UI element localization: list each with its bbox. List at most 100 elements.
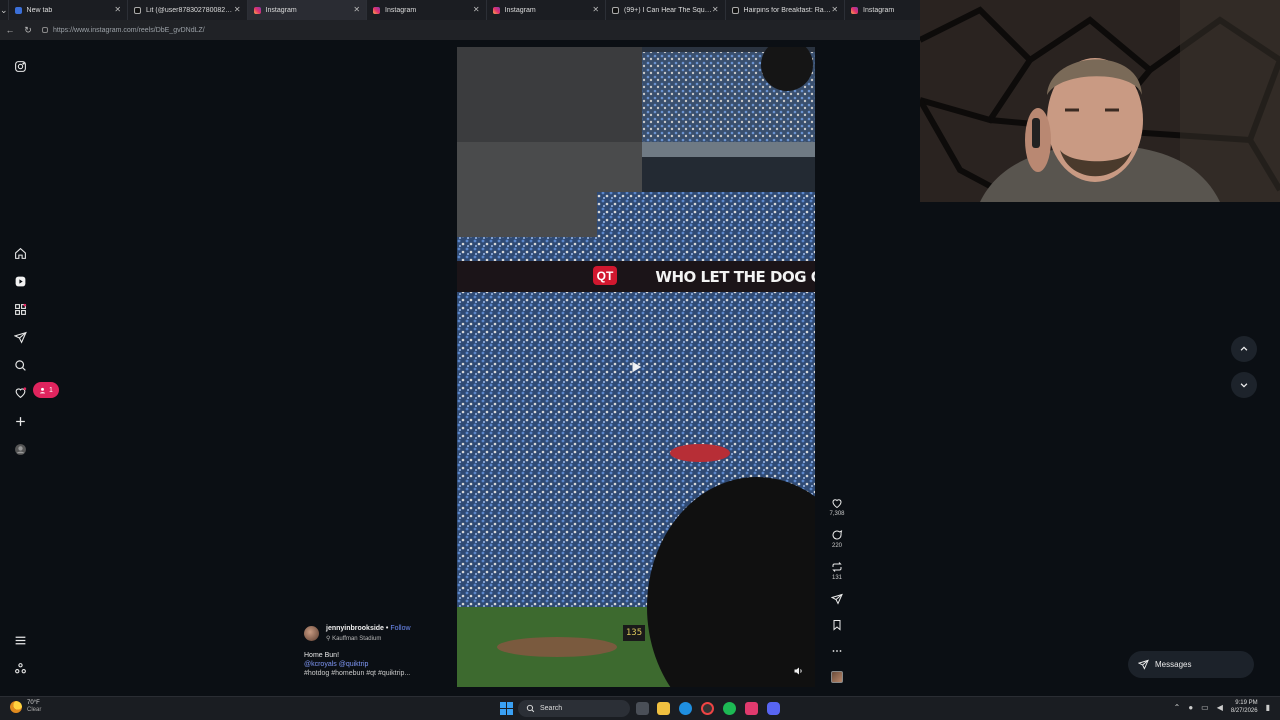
- volume-icon[interactable]: [793, 665, 805, 677]
- browser-tab[interactable]: Instagram ✕: [485, 0, 606, 20]
- weather-moon-icon: [10, 701, 22, 713]
- meta-icon[interactable]: [12, 660, 28, 676]
- taskbar-search[interactable]: Search: [518, 700, 630, 717]
- clock-time: 9:19 PM: [1235, 700, 1258, 706]
- weather-condition: Clear: [27, 707, 42, 713]
- instagram-icon: [492, 6, 500, 14]
- stadium-banner: QT WHO LET THE DOG O: [457, 261, 815, 292]
- tab-list-menu-icon[interactable]: ⌄: [0, 0, 8, 20]
- messages-button[interactable]: Messages: [1128, 651, 1254, 678]
- search-icon: [526, 704, 535, 713]
- create-icon[interactable]: [12, 413, 28, 429]
- tray-overflow-icon[interactable]: ⌃: [1174, 703, 1181, 712]
- instagram-icon: [373, 6, 381, 14]
- search-icon[interactable]: [12, 357, 28, 373]
- url-text: https://www.instagram.com/reels/DbE_gvDN…: [53, 26, 205, 34]
- mic-icon[interactable]: ●: [1188, 703, 1193, 712]
- repost-icon: [832, 562, 842, 572]
- tab-label: Lit (@user878302780082) | TikTok: [146, 6, 234, 14]
- tab-label: Instagram: [265, 6, 297, 14]
- chrome-icon[interactable]: [701, 702, 714, 715]
- comment-button[interactable]: 220: [826, 529, 848, 549]
- reload-icon[interactable]: ↻: [20, 20, 36, 40]
- close-tab-icon[interactable]: ✕: [353, 5, 360, 14]
- url-field[interactable]: https://www.instagram.com/reels/DbE_gvDN…: [42, 23, 902, 37]
- address-bar: ← ↻ https://www.instagram.com/reels/DbE_…: [0, 20, 920, 40]
- menu-icon[interactable]: [12, 632, 28, 648]
- location-label[interactable]: ⚲ Kauffman Stadium: [326, 635, 381, 642]
- instagram-icon: [851, 6, 859, 14]
- next-reel-button[interactable]: [1231, 372, 1257, 398]
- heart-icon: [832, 499, 842, 509]
- avatar[interactable]: [304, 626, 319, 641]
- start-button[interactable]: [500, 702, 513, 715]
- tab-label: (99+) I Can Hear The Squelching #: [624, 6, 712, 14]
- back-icon[interactable]: ←: [2, 20, 18, 40]
- chevron-up-icon: [1240, 346, 1248, 351]
- edge-browser-icon[interactable]: [679, 702, 692, 715]
- close-tab-icon[interactable]: ✕: [831, 5, 838, 14]
- play-icon[interactable]: [629, 360, 643, 374]
- task-view-icon[interactable]: [636, 702, 649, 715]
- network-icon[interactable]: ▭: [1201, 703, 1209, 712]
- tab-bar: ⌄ New tab✕Lit (@user878302780082) | TikT…: [0, 0, 958, 20]
- profile-icon[interactable]: [12, 441, 28, 457]
- tab-label: Instagram: [504, 6, 536, 14]
- browser-tab[interactable]: Hairpins for Breakfast: Rally Drive✕: [724, 0, 845, 20]
- caption-text: Home Bun!: [304, 652, 340, 659]
- heart-icon[interactable]: [12, 384, 28, 400]
- caption-hashtags[interactable]: #hotdog #homebun #qt #quiktrip...: [304, 670, 410, 677]
- app-icon[interactable]: [745, 702, 758, 715]
- tab-label: Instagram: [863, 6, 895, 14]
- clock[interactable]: 9:19 PM 8/27/2026: [1231, 699, 1258, 715]
- taskbar: 70°F Clear Search ⌃ ● ▭ ◀ 9:19 PM 8/27/2…: [0, 696, 1280, 720]
- file-explorer-icon[interactable]: [657, 702, 670, 715]
- reels-icon[interactable]: [12, 273, 28, 289]
- close-tab-icon[interactable]: ✕: [473, 5, 480, 14]
- username-link[interactable]: jennyinbrookside: [326, 625, 384, 632]
- reel-video[interactable]: QT WHO LET THE DOG O 135: [457, 47, 815, 687]
- person-icon: [39, 387, 46, 393]
- comment-count: 220: [831, 543, 842, 549]
- site-info-icon[interactable]: [42, 27, 48, 33]
- close-tab-icon[interactable]: ✕: [712, 5, 719, 14]
- qt-logo: QT: [593, 266, 617, 285]
- chevron-down-icon: [1240, 383, 1248, 388]
- new-tab-icon: [14, 6, 22, 14]
- browser-tab[interactable]: (99+) I Can Hear The Squelching #✕: [605, 0, 725, 20]
- close-tab-icon[interactable]: ✕: [592, 5, 599, 14]
- more-icon: [832, 650, 842, 652]
- banner-text: WHO LET THE DOG O: [655, 268, 815, 286]
- more-options-button[interactable]: [826, 645, 848, 657]
- spotify-icon[interactable]: [723, 702, 736, 715]
- instagram-icon: [253, 6, 261, 14]
- browser-tab[interactable]: New tab ✕: [7, 0, 128, 20]
- like-button[interactable]: 7,308: [826, 497, 848, 517]
- audio-thumbnail[interactable]: [831, 671, 843, 683]
- discord-icon[interactable]: [767, 702, 780, 715]
- notification-badge[interactable]: 1: [33, 382, 59, 398]
- explore-icon[interactable]: [12, 301, 28, 317]
- weather-widget[interactable]: 70°F Clear: [10, 700, 41, 714]
- browser-tab[interactable]: Instagram ✕: [366, 0, 486, 20]
- browser-tab[interactable]: Instagram ✕: [246, 0, 367, 20]
- follow-button[interactable]: Follow: [390, 625, 410, 632]
- tab-label: New tab: [26, 6, 53, 14]
- volume-icon[interactable]: ◀: [1217, 703, 1223, 712]
- save-button[interactable]: [826, 619, 848, 631]
- previous-reel-button[interactable]: [1231, 336, 1257, 362]
- close-tab-icon[interactable]: ✕: [114, 5, 121, 14]
- instagram-logo-icon[interactable]: [12, 58, 28, 74]
- caption-mentions[interactable]: @kcroyals @quiktrip: [304, 661, 368, 668]
- caption-header: jennyinbrookside • Follow: [326, 625, 411, 632]
- repost-count: 131: [831, 575, 842, 581]
- close-tab-icon[interactable]: ✕: [234, 5, 241, 14]
- share-button[interactable]: [826, 593, 848, 605]
- home-icon[interactable]: [12, 245, 28, 261]
- taskbar-search-label: Search: [540, 705, 563, 712]
- browser-tab[interactable]: Lit (@user878302780082) | TikTok✕: [127, 0, 247, 20]
- location-text: Kauffman Stadium: [332, 636, 382, 642]
- repost-button[interactable]: 131: [826, 561, 848, 581]
- notifications-icon[interactable]: ▮: [1266, 703, 1270, 712]
- direct-icon[interactable]: [12, 329, 28, 345]
